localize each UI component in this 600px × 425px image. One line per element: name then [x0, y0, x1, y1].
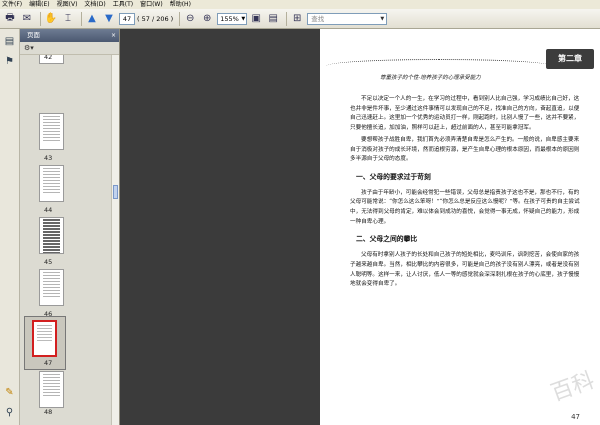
menu-help[interactable]: 帮助(H) [170, 0, 191, 9]
options-icon[interactable]: ⚙▾ [24, 44, 34, 52]
page-thumbnail[interactable] [39, 217, 64, 254]
document-viewport[interactable]: 第二章 尊重孩子的个性·培养孩子的心理承受能力 不足以决定一个人的一生，在学习的… [120, 29, 600, 425]
zoom-in-icon[interactable]: ⊕ [200, 12, 214, 26]
page-thumbnail[interactable] [39, 113, 64, 150]
document-page: 第二章 尊重孩子的个性·培养孩子的心理承受能力 不足以决定一个人的一生，在学习的… [320, 29, 600, 425]
previous-page-icon[interactable]: ▲ [85, 12, 99, 26]
thumbnail-label: 47 [44, 359, 53, 367]
thumbnail-label: 43 [44, 154, 53, 162]
close-icon[interactable]: × [111, 29, 116, 42]
zoom-value: 155% [220, 14, 239, 23]
attachments-icon[interactable]: ⚲ [3, 406, 16, 419]
chevron-down-icon: ▼ [241, 15, 246, 22]
toolbar-divider [179, 11, 181, 26]
zoom-select[interactable]: 155% ▼ [217, 12, 248, 25]
page-thumbnail-selected[interactable] [32, 320, 57, 357]
thumbnail-label: 42 [44, 55, 53, 61]
menu-edit[interactable]: 编辑(E) [29, 0, 49, 9]
pages-panel: 页面 × ⚙▾ 42 43 44 45 46 47 48 [20, 29, 120, 425]
select-tool-icon[interactable]: ⌶ [61, 12, 75, 26]
chapter-tab: 第二章 [546, 49, 594, 69]
page-number-input[interactable]: 47 [119, 12, 135, 25]
watermark: 百科 [547, 368, 598, 407]
toolbar: 🖶 ✉ ✋ ⌶ ▲ ▼ 47 ( 57 / 206 ) ⊖ ⊕ 155% ▼ ▣ … [0, 9, 600, 29]
paragraph: 不足以决定一个人的一生，在学习的过程中，看到别人比自己强，学习成绩比自己好，这也… [350, 96, 580, 132]
panel-title: 页面 [27, 31, 40, 39]
email-icon[interactable]: ✉ [20, 12, 34, 26]
search-input[interactable]: 查找 ▼ [307, 12, 388, 25]
thumbnail-list[interactable]: 42 43 44 45 46 47 48 [20, 55, 112, 425]
paragraph: 孩子由于年龄小，可能会经常犯一些错误，父母总是指责孩子这也不是，那也不行，有的父… [350, 189, 580, 225]
panel-options[interactable]: ⚙▾ [20, 42, 119, 55]
zoom-out-icon[interactable]: ⊖ [183, 12, 197, 26]
navigation-icon-strip: ▤ ⚑ ✎ ⚲ [0, 29, 20, 425]
menu-window[interactable]: 窗口(W) [140, 0, 163, 9]
page-count: ( 57 / 206 ) [137, 14, 174, 23]
pages-icon[interactable]: ▤ [3, 35, 16, 48]
page-thumbnail[interactable] [39, 165, 64, 202]
page-number: 47 [571, 413, 580, 421]
menu-bar: 文件(F) 编辑(E) 视图(V) 文档(D) 工具(T) 窗口(W) 帮助(H… [0, 0, 600, 9]
section-heading: 二、父母之间的攀比 [356, 235, 418, 244]
menu-file[interactable]: 文件(F) [2, 0, 22, 9]
thumbnail-label: 45 [44, 258, 53, 266]
thumbnail-label: 48 [44, 408, 53, 416]
next-page-icon[interactable]: ▼ [102, 12, 116, 26]
running-head: 尊重孩子的个性·培养孩子的心理承受能力 [380, 75, 481, 81]
page-layout-icon[interactable]: ⊞ [290, 12, 304, 26]
scrollbar-thumb[interactable] [113, 185, 118, 199]
menu-tools[interactable]: 工具(T) [113, 0, 133, 9]
section-heading: 一、父母的要求过于苛刻 [356, 172, 431, 181]
toolbar-divider [81, 11, 82, 26]
body-text: 不足以决定一个人的一生，在学习的过程中，看到别人比自己强，学习成绩比自己好，这也… [350, 95, 580, 292]
previous-page-dark-region [120, 29, 320, 425]
fit-page-icon[interactable]: ▣ [249, 12, 263, 26]
paragraph: 要想帮孩子战胜自卑，我们首先必须弄清楚自卑是怎么产生的。一般的说，自卑感主要来自… [350, 136, 580, 163]
thumbnail-scrollbar[interactable] [111, 55, 119, 425]
toolbar-divider [286, 11, 288, 26]
page-thumbnail[interactable] [39, 269, 64, 306]
paragraph: 父母有时拿别人孩子的长处和自己孩子的短处相比，麦吗训斥，讽刺挖苦，会使自家的孩子… [350, 252, 580, 288]
chevron-down-icon: ▼ [380, 15, 385, 22]
decorative-dotted-arc [326, 59, 552, 73]
panel-header: 页面 × [20, 29, 119, 42]
page-thumbnail[interactable] [39, 371, 64, 408]
menu-view[interactable]: 视图(V) [57, 0, 78, 9]
thumbnail-label: 44 [44, 206, 53, 214]
search-placeholder: 查找 [311, 14, 325, 23]
menu-document[interactable]: 文档(D) [84, 0, 105, 9]
comments-icon[interactable]: ✎ [3, 386, 16, 399]
fit-width-icon[interactable]: ▤ [266, 12, 280, 26]
bookmarks-icon[interactable]: ⚑ [3, 55, 16, 68]
print-icon[interactable]: 🖶 [3, 12, 17, 26]
hand-tool-icon[interactable]: ✋ [44, 12, 58, 26]
toolbar-divider [40, 11, 41, 26]
